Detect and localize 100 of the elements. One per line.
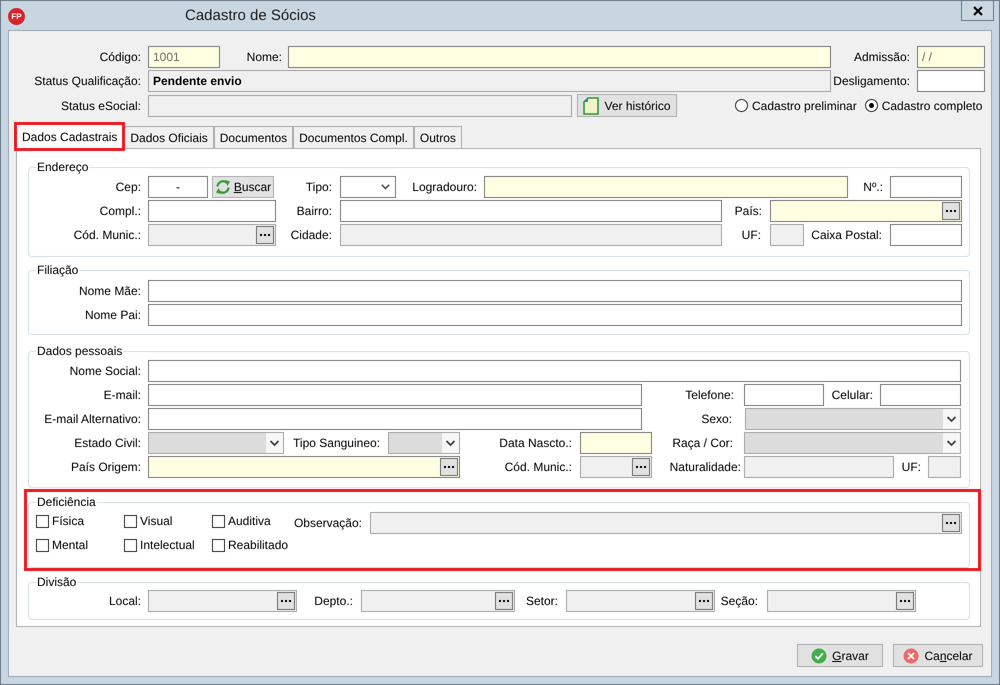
field-label: Estado Civil:	[74, 435, 141, 452]
chevron-down-icon	[943, 433, 960, 453]
field-label: Setor:	[526, 593, 558, 610]
checkbox[interactable]	[212, 514, 225, 528]
checkbox-label: Intelectual	[140, 537, 195, 553]
field-label: Logradouro:	[412, 179, 477, 196]
field-label: E-mail Alternativo:	[44, 411, 141, 428]
group-title: Endereço	[36, 160, 90, 174]
text-field[interactable]	[340, 200, 722, 222]
field-label: Nome Social:	[70, 363, 141, 380]
radio-button[interactable]	[864, 99, 878, 112]
text-field[interactable]	[917, 70, 985, 92]
checkbox-label: Física	[52, 513, 84, 529]
field-label: Cidade:	[290, 227, 332, 244]
text-field[interactable]	[890, 224, 962, 246]
radio-label: Cadastro completo	[882, 98, 982, 114]
field-label: Data Nascto.:	[499, 435, 572, 452]
field-label: Telefone:	[685, 387, 734, 404]
lookup-field[interactable]	[770, 200, 962, 222]
field-label: Caixa Postal:	[811, 227, 882, 244]
text-field[interactable]	[148, 280, 962, 302]
field-label: Nome Mãe:	[78, 283, 141, 300]
save-button[interactable]: Gravar	[797, 644, 883, 667]
search-button[interactable]: Buscar	[212, 176, 274, 198]
checkbox[interactable]	[212, 538, 225, 552]
lookup-button[interactable]	[942, 202, 960, 220]
group-title: Dados pessoais	[36, 344, 124, 358]
text-field[interactable]	[744, 384, 824, 406]
close-button[interactable]	[961, 0, 994, 21]
chevron-down-icon	[381, 184, 390, 190]
checkbox[interactable]	[36, 538, 49, 552]
field-label: Tipo:	[306, 179, 332, 196]
text-field[interactable]: / /	[917, 46, 985, 68]
text-field[interactable]	[288, 46, 831, 68]
field-label: Compl.:	[100, 203, 141, 220]
tab[interactable]: Dados Oficiais	[124, 126, 214, 148]
chevron-down-icon	[266, 433, 283, 453]
group-title: Divisão	[36, 575, 78, 589]
radio-label: Cadastro preliminar	[752, 98, 857, 114]
tab[interactable]: Documentos Compl.	[293, 126, 414, 148]
chevron-down-icon	[442, 433, 459, 453]
text-field[interactable]	[484, 176, 848, 198]
radio-button[interactable]	[735, 99, 748, 112]
field-label: Status eSocial:	[60, 98, 141, 114]
close-icon	[972, 6, 982, 16]
dropdown[interactable]	[340, 176, 396, 198]
field-label: Naturalidade:	[670, 459, 741, 476]
field-label: Cep:	[116, 179, 141, 196]
field-label: Cód. Munic.:	[504, 459, 572, 476]
text-field[interactable]	[580, 432, 652, 454]
checkbox[interactable]	[124, 538, 137, 552]
field-label: País Origem:	[70, 459, 141, 476]
field-label: Observação:	[294, 515, 362, 532]
document-icon	[583, 96, 600, 114]
text-field[interactable]: -	[148, 176, 208, 198]
text-field[interactable]	[148, 384, 642, 406]
text-field[interactable]	[880, 384, 961, 406]
tab[interactable]: Outros	[414, 126, 462, 148]
field-label: País:	[734, 203, 762, 220]
lookup-field[interactable]	[148, 456, 460, 478]
field-label: Código:	[100, 49, 141, 66]
field-label: Cód. Munic.:	[74, 227, 141, 244]
checkbox-label: Auditiva	[228, 513, 271, 529]
field-label: Nome:	[246, 49, 282, 66]
chevron-down-icon	[943, 409, 960, 429]
checkbox[interactable]	[36, 514, 49, 528]
text-field[interactable]	[148, 360, 961, 382]
field-label: Nº.:	[863, 179, 883, 196]
checkbox[interactable]	[124, 514, 137, 528]
x-circle-icon	[903, 648, 920, 664]
cancel-button[interactable]: Cancelar	[893, 644, 983, 667]
field-label: Bairro:	[296, 203, 332, 220]
tab[interactable]: Documentos	[214, 126, 294, 148]
field-label: Tipo Sanguineo:	[293, 435, 380, 452]
text-field[interactable]: 1001	[148, 46, 220, 68]
check-circle-icon	[811, 648, 828, 664]
field-label: Admissão:	[854, 49, 910, 66]
field-label: Depto.:	[314, 593, 353, 610]
text-field[interactable]	[148, 304, 962, 326]
checkbox-label: Reabilitado	[228, 537, 288, 553]
text-field[interactable]	[148, 408, 642, 430]
refresh-icon	[214, 179, 231, 195]
text-field[interactable]	[890, 176, 962, 198]
field-label: Desligamento:	[833, 73, 910, 90]
lookup-button[interactable]	[440, 458, 458, 476]
field-label: Sexo:	[701, 411, 732, 428]
field-label: UF:	[902, 459, 921, 476]
field-label: Seção:	[720, 593, 758, 610]
text-field[interactable]	[148, 200, 276, 222]
app-logo: FP	[8, 8, 25, 25]
field-label: Status Qualificação:	[34, 73, 141, 90]
checkbox-label: Visual	[140, 513, 172, 529]
field-label: Local:	[108, 593, 141, 610]
checkbox-label: Mental	[52, 537, 88, 553]
field-label: E-mail:	[104, 387, 141, 404]
history-button[interactable]: Ver histórico	[577, 94, 677, 117]
window-title: Cadastro de Sócios	[185, 6, 316, 26]
field-label: Nome Pai:	[84, 307, 141, 324]
field-label: Celular:	[832, 387, 873, 404]
group-title: Deficiência	[36, 495, 97, 509]
